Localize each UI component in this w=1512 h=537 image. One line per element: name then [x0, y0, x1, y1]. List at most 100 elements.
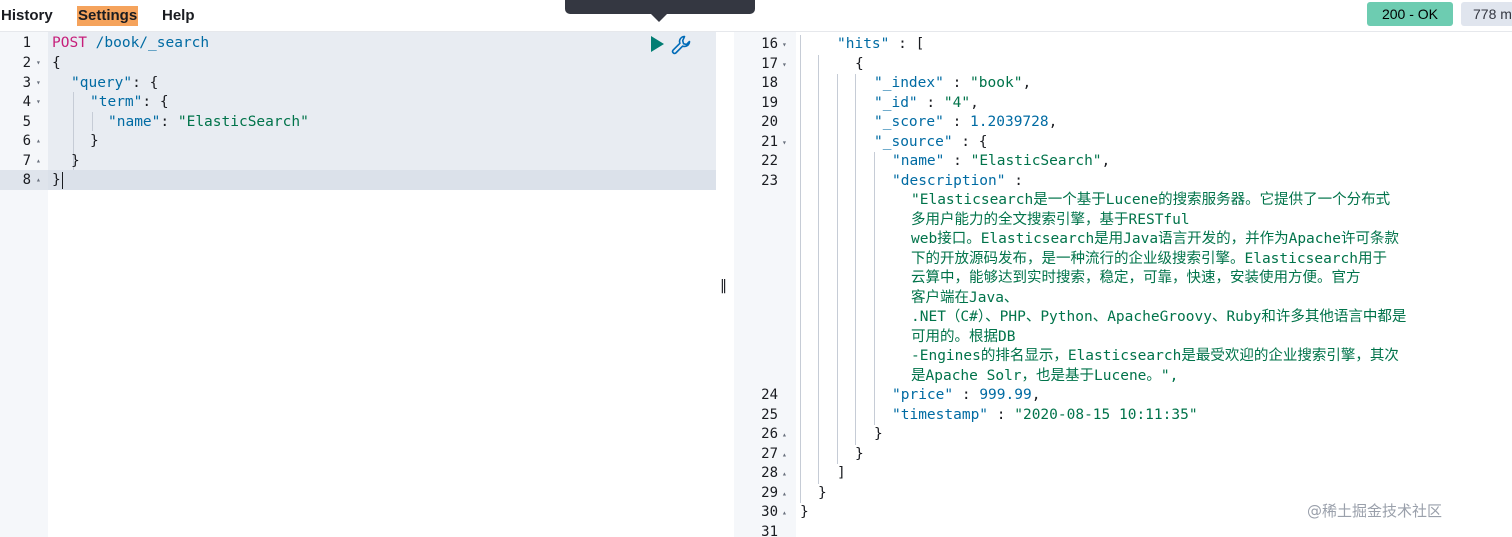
line-number: 16 [761, 36, 778, 52]
description-text: .NET（C#）、PHP、Python、ApacheGroovy、Ruby和许多… [911, 309, 1407, 325]
line-number: 30 [761, 504, 778, 520]
line-number: 19 [761, 95, 778, 111]
json-string: "book" [970, 75, 1023, 91]
cursor-line [48, 170, 716, 190]
code-line: "hits" : [ [837, 36, 925, 52]
description-text: web接口。Elasticsearch是用Java语言开发的，并作为Apache… [911, 231, 1399, 247]
request-line: POST /book/_search [52, 33, 209, 53]
request-editor[interactable]: 1 2 3 4 5 6 7 8 ▾ ▾ ▾ ▴ ▴ ▴ POST /book/_… [0, 32, 716, 537]
line-number: 17 [761, 56, 778, 72]
code-line: ] [837, 465, 846, 481]
description-text: 下的开放源码发布，是一种流行的企业级搜索引擎。Elasticsearch用于 [911, 251, 1387, 267]
code-line: } [874, 426, 883, 442]
json-string: "2020-08-15 10:11:35" [1014, 407, 1198, 423]
line-number: 20 [761, 114, 778, 130]
json-key: "timestamp" [892, 407, 989, 423]
text-cursor [62, 172, 63, 189]
description-text: 客户端在Java、 [911, 290, 1019, 306]
json-string: "ElasticSearch" [177, 114, 309, 130]
resize-handle-icon[interactable]: ‖ [720, 278, 727, 294]
json-key: "description" [892, 173, 1006, 189]
code-line: "_source" : { [874, 134, 988, 150]
fold-toggle-icon[interactable]: ▾ [782, 55, 787, 75]
line-number: 23 [761, 173, 778, 189]
json-key: "name" [892, 153, 945, 169]
request-path: /book/_search [95, 35, 210, 51]
code-line: "_index" : "book", [874, 75, 1032, 91]
line-number: 3 [22, 75, 31, 91]
json-key: "_source" [874, 134, 953, 150]
fold-toggle-icon[interactable]: ▴ [36, 131, 41, 151]
description-text: 多用户能力的全文搜索引擎，基于RESTful [911, 212, 1190, 228]
description-text: 可用的。根据DB [911, 329, 1016, 345]
code-line: "name" : "ElasticSearch", [892, 153, 1111, 169]
code-line: "name": "ElasticSearch" [108, 114, 309, 130]
code-line: } [800, 504, 809, 520]
line-number: 22 [761, 153, 778, 169]
code-line: "query": { [71, 75, 159, 91]
tooltip [565, 0, 755, 14]
fold-toggle-icon[interactable]: ▾ [36, 53, 41, 73]
line-number: 29 [761, 485, 778, 501]
indent-guide [837, 74, 838, 464]
line-number: 1 [22, 35, 31, 51]
description-text: 云算中，能够达到实时搜索，稳定，可靠，快速，安装使用方便。官方 [911, 270, 1361, 286]
line-number: 24 [761, 387, 778, 403]
fold-toggle-icon[interactable]: ▾ [36, 92, 41, 112]
menu-settings[interactable]: Settings [77, 6, 139, 26]
fold-toggle-icon[interactable]: ▴ [782, 425, 787, 445]
fold-toggle-icon[interactable]: ▴ [782, 464, 787, 484]
menu-history[interactable]: History [1, 6, 53, 26]
json-key: "_id" [874, 95, 918, 111]
code-line: } [90, 133, 99, 149]
line-number: 7 [22, 153, 31, 169]
fold-toggle-icon[interactable]: ▴ [782, 503, 787, 523]
menu-help[interactable]: Help [162, 6, 195, 26]
watermark: @稀土掘金技术社区 [1307, 502, 1443, 520]
line-number: 4 [22, 94, 31, 110]
indent-guide [818, 55, 819, 484]
fold-toggle-icon[interactable]: ▴ [782, 484, 787, 504]
code-line: } [818, 485, 827, 501]
json-key: "name" [108, 114, 161, 130]
line-number: 18 [761, 75, 778, 91]
play-icon[interactable] [649, 35, 665, 53]
line-number: 6 [22, 133, 31, 149]
code-line: } [52, 172, 61, 188]
json-key: "price" [892, 387, 954, 403]
line-number: 27 [761, 446, 778, 462]
fold-toggle-icon[interactable]: ▾ [36, 73, 41, 93]
line-number: 25 [761, 407, 778, 423]
indent-guide [800, 35, 801, 503]
code-line: "timestamp" : "2020-08-15 10:11:35" [892, 407, 1198, 423]
code-line: { [52, 55, 61, 71]
indent-guide [855, 74, 856, 445]
line-number: 28 [761, 465, 778, 481]
line-number: 26 [761, 426, 778, 442]
fold-toggle-icon[interactable]: ▴ [36, 170, 41, 190]
json-key: "term" [90, 94, 143, 110]
wrench-icon[interactable] [670, 34, 692, 56]
json-number: 999.99 [979, 387, 1032, 403]
fold-toggle-icon[interactable]: ▴ [782, 445, 787, 465]
fold-toggle-icon[interactable]: ▾ [782, 35, 787, 55]
line-number: 21 [761, 134, 778, 150]
json-string: "ElasticSearch" [970, 153, 1102, 169]
json-string: "4" [943, 95, 971, 111]
description-text: -Engines的排名显示，Elasticsearch是最受欢迎的企业搜索引擎，… [911, 348, 1399, 364]
code-line: "price" : 999.99, [892, 387, 1041, 403]
menu-bar: History Settings Help 200 - OK 778 ms [0, 0, 1512, 32]
json-key: "hits" [837, 36, 890, 52]
fold-toggle-icon[interactable]: ▴ [36, 151, 41, 171]
json-number: 1.2039728 [970, 114, 1049, 130]
json-key: "_index" [874, 75, 944, 91]
description-text: "Elasticsearch是一个基于Lucene的搜索服务器。它提供了一个分布… [911, 192, 1391, 208]
json-key: "_score" [874, 114, 944, 130]
fold-toggle-icon[interactable]: ▾ [782, 133, 787, 153]
code-line: } [855, 446, 864, 462]
status-badge: 200 - OK [1367, 2, 1453, 26]
code-line: "_score" : 1.2039728, [874, 114, 1058, 130]
indent-guide [92, 112, 93, 131]
code-line: } [71, 153, 80, 169]
http-method: POST [52, 35, 87, 51]
